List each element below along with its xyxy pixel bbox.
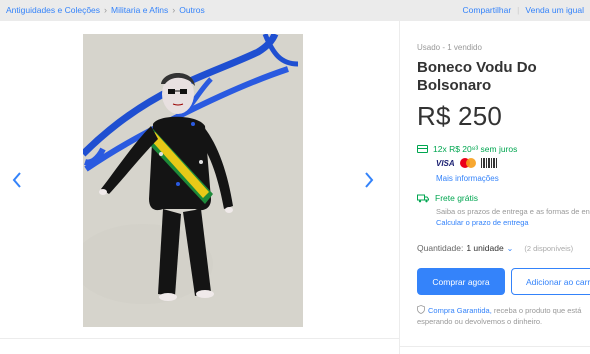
sell-similar-link[interactable]: Venda um igual bbox=[519, 5, 590, 15]
voodoo-doll-image bbox=[83, 34, 303, 327]
calculate-shipping-link[interactable]: Calcular o prazo de entrega bbox=[436, 218, 529, 227]
breadcrumb-item-militaria[interactable]: Militaria e Afins bbox=[111, 5, 168, 15]
mastercard-logo bbox=[459, 158, 476, 168]
purchase-guarantee: Compra Garantida, receba o produto que e… bbox=[417, 305, 590, 327]
breadcrumb-item-antiguidades[interactable]: Antiguidades e Coleções bbox=[6, 5, 100, 15]
top-bar: Antiguidades e Coleções › Militaria e Af… bbox=[0, 0, 590, 20]
share-link[interactable]: Compartilhar bbox=[457, 5, 518, 15]
add-to-cart-button[interactable]: Adicionar ao carrinho bbox=[511, 268, 590, 295]
payment-logos: VISA bbox=[436, 158, 497, 168]
breadcrumb: Antiguidades e Coleções › Militaria e Af… bbox=[6, 5, 205, 15]
chevron-down-icon[interactable]: ⌄ bbox=[507, 244, 514, 253]
more-info-link[interactable]: Mais informações bbox=[436, 174, 499, 183]
guarantee-link[interactable]: Compra Garantida, bbox=[428, 306, 492, 315]
free-shipping-label: Frete grátis bbox=[435, 193, 478, 203]
credit-card-icon bbox=[417, 145, 428, 153]
buy-now-button[interactable]: Comprar agora bbox=[417, 268, 505, 295]
product-price: R$ 250 bbox=[417, 101, 503, 131]
quantity-available: (2 disponíveis) bbox=[524, 243, 574, 253]
quantity-label: Quantidade: bbox=[417, 243, 464, 253]
breadcrumb-separator: › bbox=[104, 5, 108, 15]
chevron-left-icon[interactable] bbox=[10, 169, 24, 191]
divider bbox=[0, 338, 400, 339]
product-photo[interactable] bbox=[83, 34, 303, 327]
breadcrumb-item-outros[interactable]: Outros bbox=[179, 5, 205, 15]
quantity-value[interactable]: 1 unidade bbox=[466, 243, 503, 253]
visa-logo: VISA bbox=[436, 158, 455, 168]
quantity-selector[interactable]: Quantidade: 1 unidade ⌄ (2 disponíveis) bbox=[417, 243, 573, 253]
product-card: Usado - 1 vendido Boneco Vodu Do Bolsona… bbox=[0, 21, 590, 354]
top-actions: Compartilhar | Venda um igual bbox=[457, 5, 590, 15]
installments-text: 12x R$ 20⁸³ sem juros bbox=[433, 144, 518, 154]
divider bbox=[400, 346, 590, 347]
breadcrumb-separator: › bbox=[172, 5, 176, 15]
shipping-description: Saiba os prazos de entrega e as formas d… bbox=[436, 207, 590, 216]
product-title: Boneco Vodu Do Bolsonaro bbox=[417, 59, 537, 94]
truck-icon bbox=[417, 194, 429, 203]
chevron-right-icon[interactable] bbox=[362, 169, 376, 191]
installments: 12x R$ 20⁸³ sem juros bbox=[417, 144, 517, 154]
shield-icon bbox=[417, 305, 425, 314]
image-gallery bbox=[0, 21, 400, 354]
product-info: Usado - 1 vendido Boneco Vodu Do Bolsona… bbox=[417, 21, 590, 354]
product-condition: Usado - 1 vendido bbox=[417, 43, 482, 52]
boleto-logo bbox=[480, 158, 497, 168]
shipping: Frete grátis bbox=[417, 193, 478, 203]
divider bbox=[399, 21, 400, 354]
